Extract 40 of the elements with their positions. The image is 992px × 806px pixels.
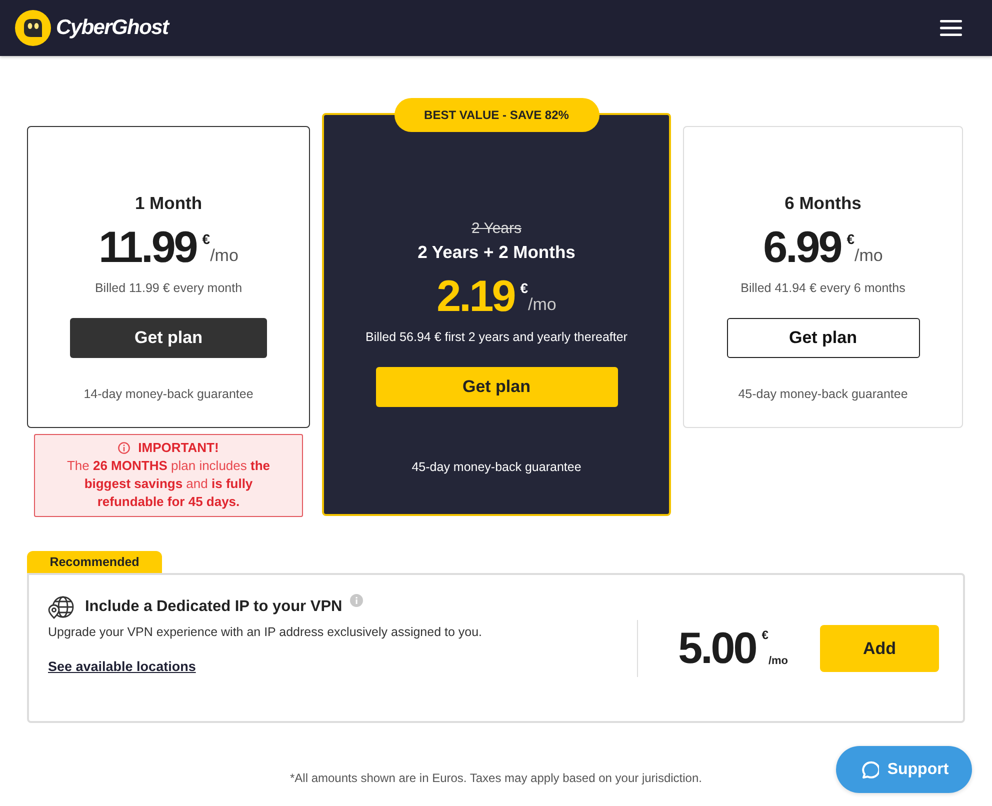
billing-text: Billed 11.99 € every month [94, 280, 242, 296]
menu-icon [940, 20, 962, 36]
recommended-label: Recommended [27, 551, 162, 573]
currency-symbol: € [520, 281, 528, 295]
guarantee-text: 14-day money-back guarantee [84, 386, 254, 402]
addon-title: Include a Dedicated IP to your VPN [85, 598, 342, 616]
locations-link[interactable]: See available locations [48, 658, 196, 676]
price-period: /mo [854, 247, 883, 265]
price-period: /mo [768, 654, 788, 666]
info-icon [118, 442, 130, 454]
get-plan-button[interactable]: Get plan [70, 318, 267, 358]
plan-title: 6 Months [784, 192, 862, 214]
currency-symbol: € [846, 232, 855, 246]
ghost-logo-icon [15, 10, 51, 46]
currency-symbol: € [202, 232, 210, 246]
notice-text: The 26 MONTHS plan includes the biggest savings and is fully refundable for 45 days. [66, 457, 272, 511]
guarantee-text: 45-day money-back guarantee [738, 386, 908, 402]
addon-description: Upgrade your VPN experience with an IP address exclusively assigned to you. [48, 624, 482, 640]
plan-title: 1 Month [134, 192, 202, 214]
price-period: /mo [528, 296, 556, 314]
billing-text: Billed 56.94 € first 2 years and yearly thereafter [366, 329, 628, 345]
chat-bubble-icon [859, 760, 880, 780]
price: 6.99 [763, 225, 841, 271]
globe-pin-icon [48, 595, 74, 619]
price: 5.00 [678, 626, 756, 672]
old-plan-title: 2 Years [471, 221, 522, 237]
billing-text: Billed 41.94 € every 6 months [740, 280, 906, 296]
guarantee-text: 45-day money-back guarantee [412, 459, 582, 475]
price-period: /mo [210, 247, 238, 265]
menu-button[interactable] [940, 20, 962, 36]
price: 2.19 [436, 274, 514, 320]
currency-symbol: € [762, 628, 768, 642]
brand-name: CyberGhost [56, 16, 168, 40]
get-plan-button[interactable]: Get plan [726, 318, 920, 358]
add-button[interactable]: Add [820, 625, 939, 672]
notice-heading: IMPORTANT! [138, 439, 219, 457]
best-value-badge: BEST VALUE - SAVE 82% [394, 98, 599, 132]
price: 11.99 [98, 225, 196, 271]
get-plan-button[interactable]: Get plan [376, 367, 618, 407]
plan-title: 2 Years + 2 Months [418, 241, 576, 263]
